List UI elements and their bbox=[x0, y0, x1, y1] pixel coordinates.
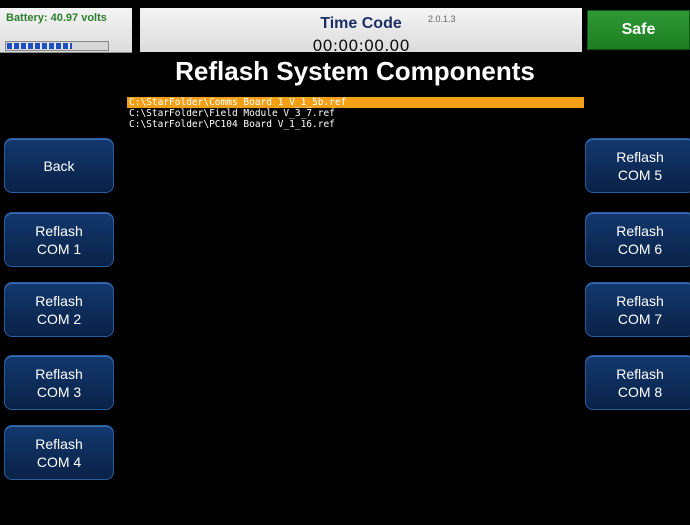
header-bar: Battery: 40.97 volts Time Code 2.0.1.3 0… bbox=[0, 0, 690, 55]
back-button[interactable]: Back bbox=[4, 138, 114, 193]
reflash-label: Reflash bbox=[35, 292, 83, 309]
com-label: COM 5 bbox=[617, 166, 663, 183]
com-label: COM 7 bbox=[617, 310, 663, 327]
timecode-value: 00:00:00.00 bbox=[312, 36, 410, 55]
reflash-label: Reflash bbox=[616, 222, 664, 239]
battery-level-fill bbox=[7, 43, 72, 49]
com-label: COM 4 bbox=[36, 453, 82, 470]
file-list-item[interactable]: C:\StarFolder\PC104 Board V_1_16.ref bbox=[127, 119, 584, 130]
file-list[interactable]: C:\StarFolder\Comms Board 1 V_1_5b.ref C… bbox=[127, 97, 584, 130]
file-list-item[interactable]: C:\StarFolder\Field Module V_3_7.ref bbox=[127, 108, 584, 119]
reflash-com8-button[interactable]: Reflash COM 8 bbox=[585, 355, 690, 410]
safe-button[interactable]: Safe bbox=[587, 10, 690, 50]
reflash-label: Reflash bbox=[616, 148, 664, 165]
timecode-panel: Time Code 2.0.1.3 00:00:00.00 bbox=[140, 8, 582, 55]
reflash-label: Reflash bbox=[616, 292, 664, 309]
back-button-label: Back bbox=[43, 157, 75, 174]
reflash-com4-button[interactable]: Reflash COM 4 bbox=[4, 425, 114, 480]
battery-label: Battery: 40.97 volts bbox=[6, 12, 107, 24]
reflash-label: Reflash bbox=[616, 365, 664, 382]
reflash-label: Reflash bbox=[35, 222, 83, 239]
battery-panel: Battery: 40.97 volts bbox=[0, 8, 132, 53]
reflash-com3-button[interactable]: Reflash COM 3 bbox=[4, 355, 114, 410]
page-title: Reflash System Components bbox=[175, 56, 535, 86]
reflash-com7-button[interactable]: Reflash COM 7 bbox=[585, 282, 690, 337]
com-label: COM 6 bbox=[617, 240, 663, 257]
timecode-title: Time Code bbox=[320, 15, 402, 32]
reflash-com1-button[interactable]: Reflash COM 1 bbox=[4, 212, 114, 267]
reflash-com6-button[interactable]: Reflash COM 6 bbox=[585, 212, 690, 267]
version-label: 2.0.1.3 bbox=[428, 14, 456, 24]
com-label: COM 3 bbox=[36, 383, 82, 400]
reflash-label: Reflash bbox=[35, 435, 83, 452]
com-label: COM 1 bbox=[36, 240, 82, 257]
com-label: COM 8 bbox=[617, 383, 663, 400]
reflash-label: Reflash bbox=[35, 365, 83, 382]
reflash-com5-button[interactable]: Reflash COM 5 bbox=[585, 138, 690, 193]
file-list-item[interactable]: C:\StarFolder\Comms Board 1 V_1_5b.ref bbox=[127, 97, 584, 108]
com-label: COM 2 bbox=[36, 310, 82, 327]
battery-level-bar bbox=[5, 41, 109, 51]
reflash-com2-button[interactable]: Reflash COM 2 bbox=[4, 282, 114, 337]
